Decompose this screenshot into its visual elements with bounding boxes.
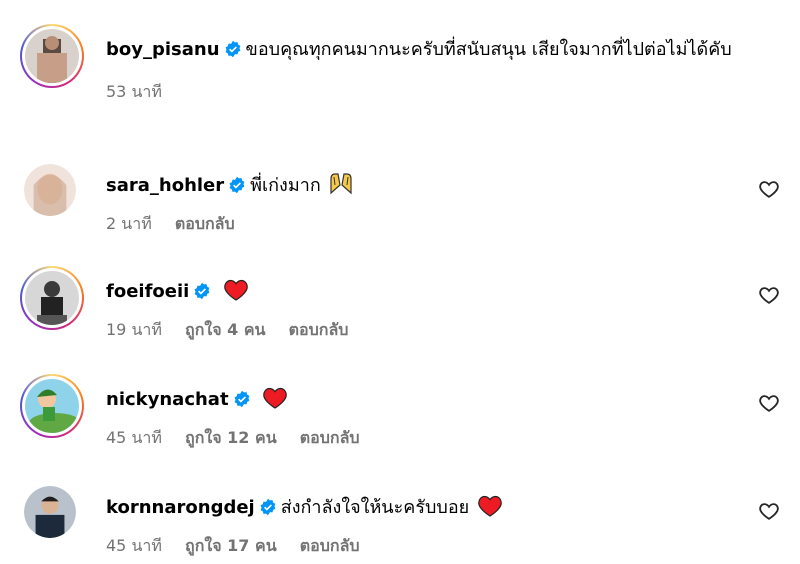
- verified-badge-icon: [225, 40, 240, 58]
- avatar[interactable]: [20, 24, 84, 88]
- red-heart-icon: [478, 495, 502, 517]
- reply-button[interactable]: ตอบกลับ: [300, 428, 360, 447]
- username[interactable]: kornnarongdej: [106, 497, 255, 518]
- verified-badge-icon: [229, 176, 245, 194]
- likes-count[interactable]: ถูกใจ 4 คน: [185, 320, 265, 339]
- reply-button[interactable]: ตอบกลับ: [289, 320, 349, 339]
- comment-text: พี่เก่งมาก: [250, 175, 321, 196]
- avatar[interactable]: [20, 374, 84, 438]
- username[interactable]: foeifoeii: [106, 281, 189, 302]
- comment-time: 45 นาที: [106, 536, 162, 555]
- verified-badge-icon: [234, 390, 249, 408]
- avatar[interactable]: [20, 482, 84, 546]
- reply-button[interactable]: ตอบกลับ: [175, 214, 235, 233]
- verified-badge-icon: [260, 498, 276, 516]
- like-heart-icon[interactable]: [758, 392, 780, 414]
- likes-count[interactable]: ถูกใจ 17 คน: [185, 536, 277, 555]
- comment-time: 19 นาที: [106, 320, 162, 339]
- username[interactable]: boy_pisanu: [106, 39, 220, 60]
- comment-item: nickynachat 45 นาที ถูกใจ 12 คน ตอบกลับ: [20, 374, 790, 454]
- like-heart-icon[interactable]: [758, 500, 780, 522]
- verified-badge-icon: [194, 282, 210, 300]
- comment-time: 53 นาที: [106, 82, 162, 101]
- likes-count[interactable]: ถูกใจ 12 คน: [185, 428, 277, 447]
- comment-text: ส่งกำลังใจให้นะครับบอย: [280, 497, 470, 518]
- like-heart-icon[interactable]: [758, 178, 780, 200]
- raised-hands-icon: [330, 173, 353, 195]
- comment-text: ขอบคุณทุกคนมากนะครับที่สนับสนุน เสียใจมา…: [245, 39, 732, 60]
- avatar[interactable]: [20, 266, 84, 330]
- comment-time: 45 นาที: [106, 428, 162, 447]
- comment-item: kornnarongdej ส่งกำลังใจให้นะครับบอย 45 น…: [20, 482, 790, 562]
- comment-item: foeifoeii 19 นาที ถูกใจ 4 คน ตอบกลับ: [20, 266, 790, 346]
- red-heart-icon: [263, 387, 288, 409]
- red-heart-icon: [224, 279, 248, 301]
- username[interactable]: sara_hohler: [106, 175, 224, 196]
- comment-item: sara_hohler พี่เก่งมาก 2 นาที ตอบกลับ: [20, 160, 790, 240]
- username[interactable]: nickynachat: [106, 389, 229, 410]
- like-heart-icon[interactable]: [758, 284, 780, 306]
- comment-time: 2 นาที: [106, 214, 152, 233]
- avatar[interactable]: [20, 160, 84, 224]
- comment-item: boy_pisanu ขอบคุณทุกคนมากนะครับที่สนับสนุ…: [20, 24, 790, 134]
- reply-button[interactable]: ตอบกลับ: [300, 536, 360, 555]
